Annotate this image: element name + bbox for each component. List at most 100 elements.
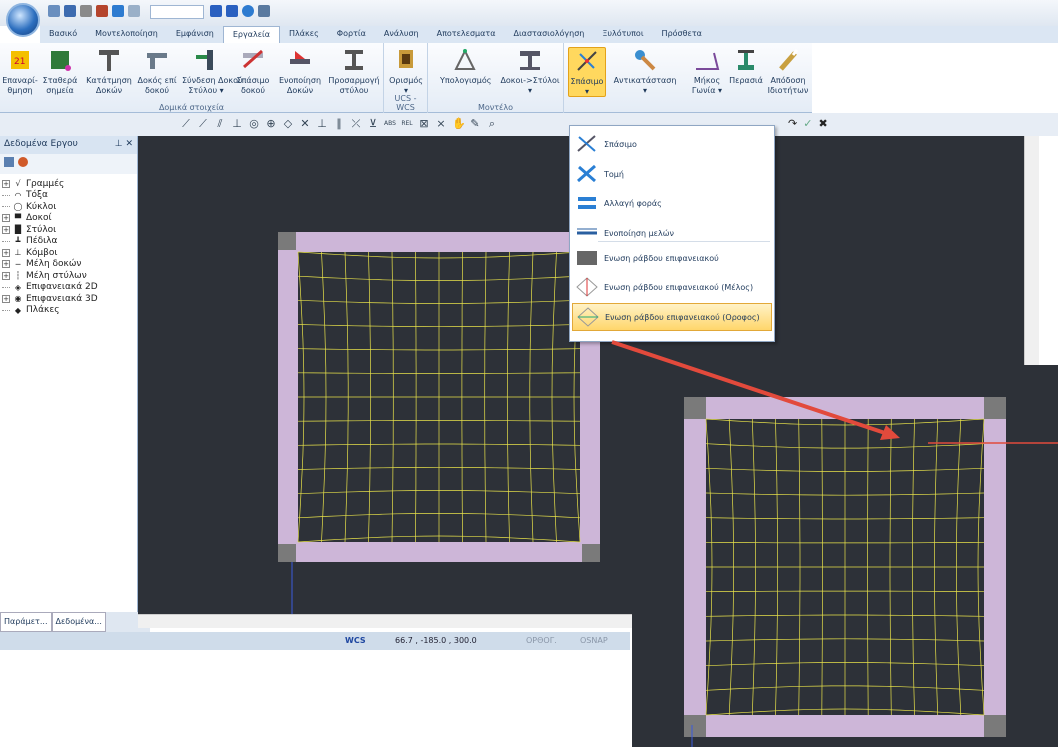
expand-icon[interactable]: +: [2, 294, 10, 303]
beam-split-button[interactable]: Κατάτμηση Δοκών: [86, 47, 132, 96]
node-icon[interactable]: ×: [435, 117, 447, 130]
tab-5[interactable]: Φορτία: [328, 26, 375, 43]
tree-item[interactable]: + ┆ Μέλη στύλων: [2, 270, 135, 282]
break-beam-button[interactable]: Σπάσιμο δοκού: [232, 47, 274, 96]
center-snap-icon[interactable]: ◎: [248, 117, 260, 130]
tree-item[interactable]: + √ Γραμμές: [2, 178, 135, 190]
beam-on-beam-button[interactable]: Δοκός επί δοκού: [134, 47, 180, 96]
merge-beams-button[interactable]: Ενοποίηση Δοκών: [276, 47, 324, 96]
beams-to-columns-button[interactable]: Δοκοι->Στύλοι ▾: [500, 47, 560, 96]
cross-snap-icon[interactable]: ⤫: [350, 117, 362, 130]
tab-6[interactable]: Ανάλυση: [375, 26, 428, 43]
tab-8[interactable]: Διαστασιολόγηση: [505, 26, 594, 43]
building-icon[interactable]: [80, 5, 92, 17]
tree-item[interactable]: + █ Στύλοι: [2, 224, 135, 236]
line-tool-icon[interactable]: ⟋: [180, 117, 192, 130]
menu-item-2[interactable]: Αλλαγή φοράς: [572, 189, 772, 217]
tab-4[interactable]: Πλάκες: [280, 26, 328, 43]
tab-3[interactable]: Εργαλεία: [222, 26, 281, 43]
extension-snap-icon[interactable]: ⊥: [316, 117, 328, 130]
tree-item[interactable]: + ⊥ Κόμβοι: [2, 247, 135, 259]
ucs-define-button[interactable]: Ορισμός ▾: [388, 47, 424, 96]
menu-separator: [598, 241, 770, 242]
connect-beam-column-button[interactable]: Σύνδεση Δοκού Στύλου ▾: [182, 47, 243, 96]
arrow-down-icon[interactable]: [226, 5, 238, 17]
tab-0[interactable]: Βασικό: [40, 26, 86, 43]
menu-item-1[interactable]: Τομή: [572, 160, 772, 188]
menu-item-0[interactable]: Σπάσιμο: [572, 130, 772, 158]
pan-icon[interactable]: ✋: [452, 117, 466, 130]
rel-icon[interactable]: REL: [401, 117, 413, 130]
split-dropdown-button[interactable]: Σπάσιμο ▾: [568, 47, 606, 97]
tab-2[interactable]: Εμφάνιση: [167, 26, 223, 43]
nearest-snap-icon[interactable]: ⊻: [367, 117, 379, 130]
menu-item-6[interactable]: Ενωση ράβδου επιφανειακού (Οροφος): [572, 303, 772, 331]
expand-icon[interactable]: +: [2, 260, 10, 269]
expand-icon[interactable]: +: [2, 271, 10, 280]
offset-tool-icon[interactable]: ⫽: [214, 117, 226, 130]
tab-1[interactable]: Μοντελοποίηση: [86, 26, 167, 43]
expand-icon[interactable]: +: [2, 179, 10, 188]
tab-9[interactable]: Ξυλότυποι: [593, 26, 652, 43]
application-menu-button[interactable]: [6, 3, 40, 37]
abs-icon[interactable]: ABS: [384, 117, 396, 130]
tree-item[interactable]: ┻ Πέδιλα: [2, 236, 135, 248]
tree-item[interactable]: ◆ Πλάκες: [2, 305, 135, 317]
column: [582, 544, 600, 562]
menu-item-label: Ενωση ράβδου επιφανειακού (Μέλος): [604, 282, 754, 292]
sphere-icon[interactable]: [112, 5, 124, 17]
screen-icon[interactable]: [258, 5, 270, 17]
adjust-column-button[interactable]: Προσαρμογή στύλου: [326, 47, 382, 96]
panel-tab-1[interactable]: Δεδομένα...: [51, 612, 106, 632]
confirm-icon[interactable]: ✓: [803, 117, 812, 130]
expand-icon[interactable]: +: [2, 225, 10, 234]
zoom-icon[interactable]: ⌕: [486, 117, 498, 130]
status-ortho[interactable]: ΟΡΘΟΓ.: [526, 636, 557, 645]
expand-icon[interactable]: +: [2, 214, 10, 223]
tree-item[interactable]: + ◉ Επιφανειακά 3D: [2, 293, 135, 305]
arrow-up-icon[interactable]: [210, 5, 222, 17]
perpendicular-snap-icon[interactable]: ⊥: [231, 117, 243, 130]
save-icon[interactable]: [64, 5, 76, 17]
tab-7[interactable]: Αποτελεσματα: [428, 26, 505, 43]
level-selector[interactable]: [150, 5, 204, 19]
window-select-icon[interactable]: ⊠: [418, 117, 430, 130]
structure-icon[interactable]: [128, 5, 140, 17]
fixed-points-button[interactable]: Σταθερά σημεία: [38, 47, 82, 96]
tree-item[interactable]: + ─ Μέλη δοκών: [2, 259, 135, 271]
cancel-icon[interactable]: ✖: [818, 117, 827, 130]
passage-button[interactable]: Περασιά: [728, 47, 764, 86]
replace-dropdown-button[interactable]: Αντικατάσταση ▾: [612, 47, 678, 96]
redo-icon[interactable]: ↷: [788, 117, 797, 130]
refresh-icon[interactable]: [18, 157, 28, 167]
status-coords: 66.7 , -185.0 , 300.0: [395, 636, 477, 645]
new-file-icon[interactable]: [48, 5, 60, 17]
intersection-snap-icon[interactable]: ✕: [299, 117, 311, 130]
model-icon[interactable]: [96, 5, 108, 17]
calculation-button[interactable]: Υπολογισμός: [440, 47, 491, 86]
split-dropdown-menu: Σπάσιμο Τομή Αλλαγή φοράς Ενοποίηση μελών Εν…: [569, 125, 775, 342]
tree-item[interactable]: ◠ Τόξα: [2, 190, 135, 202]
parallel-snap-icon[interactable]: ∥: [333, 117, 345, 130]
globe-icon[interactable]: [242, 5, 254, 17]
polyline-tool-icon[interactable]: ⟋: [197, 117, 209, 130]
match-properties-button[interactable]: Απόδοση Ιδιοτήτων: [766, 47, 810, 96]
menu-item-3[interactable]: Ενοποίηση μελών: [572, 219, 772, 247]
menu-item-5[interactable]: Ενωση ράβδου επιφανειακού (Μέλος): [572, 273, 772, 301]
expand-icon[interactable]: +: [2, 248, 10, 257]
panel-tab-0[interactable]: Παράμετ...: [0, 612, 52, 632]
pencil-icon[interactable]: ✎: [469, 117, 481, 130]
menu-item-4[interactable]: Ενωση ράβδου επιφανειακού: [572, 244, 772, 272]
renumber-button[interactable]: 21 Επαναρί- θμηση: [2, 47, 38, 96]
tab-10[interactable]: Πρόσθετα: [653, 26, 711, 43]
status-wcs[interactable]: WCS: [345, 636, 366, 645]
tree-item[interactable]: ◯ Κύκλοι: [2, 201, 135, 213]
tree-item[interactable]: ◈ Επιφανειακά 2D: [2, 282, 135, 294]
length-angle-button[interactable]: Μήκος Γωνία ▾: [688, 47, 726, 96]
tree-item[interactable]: + ▀ Δοκοί: [2, 213, 135, 225]
panel-pin-close[interactable]: ⊥ ✕: [115, 139, 133, 151]
quadrant-snap-icon[interactable]: ⊕: [265, 117, 277, 130]
status-osnap[interactable]: OSNAP: [580, 636, 608, 645]
tangent-snap-icon[interactable]: ◇: [282, 117, 294, 130]
tree-view-icon[interactable]: [4, 157, 14, 167]
